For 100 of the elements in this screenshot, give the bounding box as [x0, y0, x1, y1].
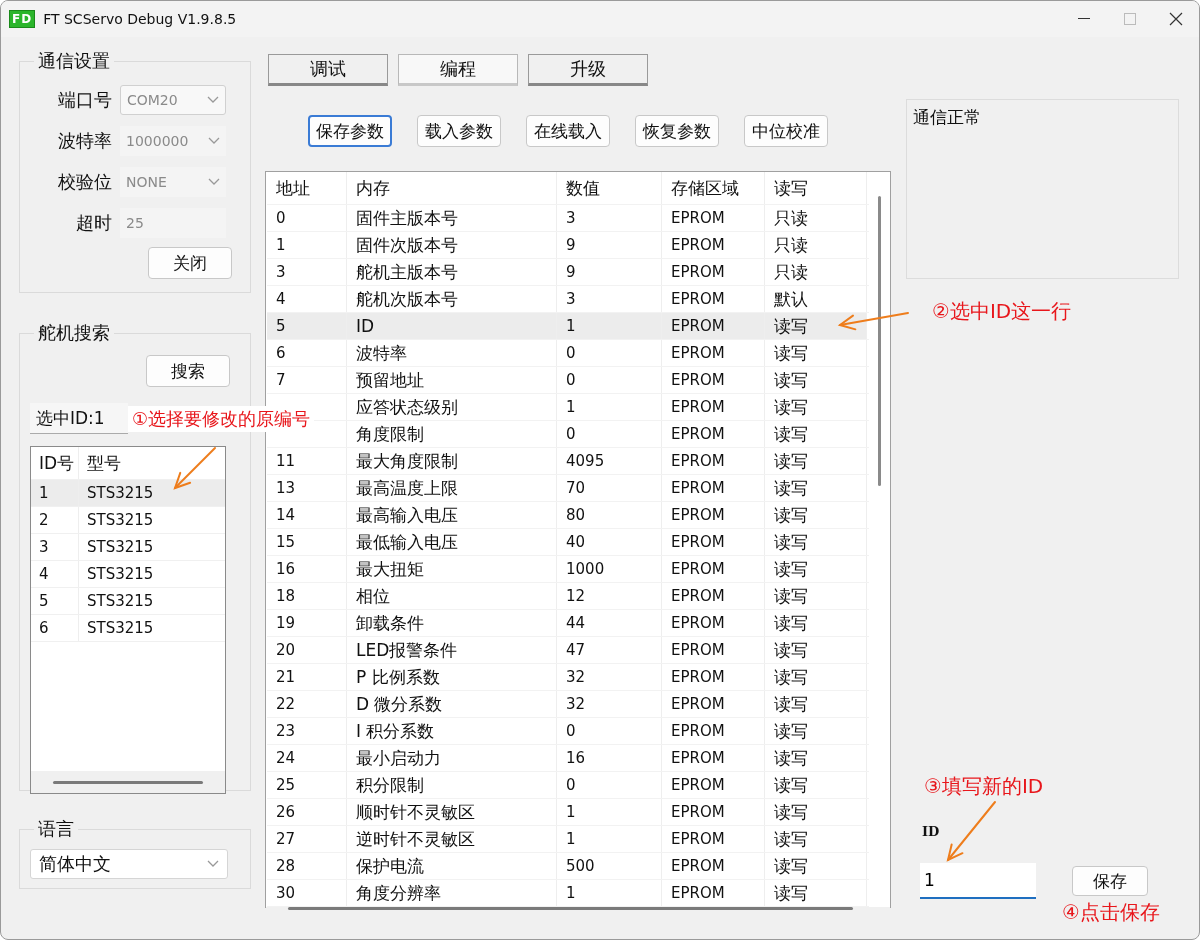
chevron-down-icon [207, 860, 219, 868]
table-cell: 保护电流 [347, 853, 557, 879]
table-cell: EPROM [662, 745, 765, 771]
column-header: 数值 [557, 172, 662, 204]
table-cell: EPROM [662, 205, 765, 231]
table-cell: 9 [557, 259, 662, 285]
table-cell: 1 [557, 880, 662, 906]
scrollbar[interactable] [878, 196, 881, 486]
tab[interactable]: 升级 [528, 54, 648, 86]
table-cell: 21 [267, 664, 347, 690]
table-cell: 4095 [557, 448, 662, 474]
table-cell[interactable]: 读写 [765, 448, 867, 474]
table-cell[interactable]: 读写 [765, 556, 867, 582]
table-cell: EPROM [662, 637, 765, 663]
table-cell: 舵机主版本号 [347, 259, 557, 285]
arrow [946, 801, 996, 862]
tab[interactable]: 调试 [268, 54, 388, 86]
table-cell[interactable]: 读写 [765, 745, 867, 771]
table-cell[interactable]: 读写 [765, 529, 867, 555]
list-row[interactable]: 4 STS3215 [31, 561, 225, 588]
table-cell: 40 [557, 529, 662, 555]
column-header: 存储区域 [662, 172, 765, 204]
table-cell[interactable]: 默认 [765, 286, 867, 312]
close-port-button[interactable]: 关闭 [148, 247, 232, 279]
table-cell: 0 [557, 421, 662, 447]
table-cell: 预留地址 [347, 367, 557, 393]
table-cell[interactable]: 读写 [765, 367, 867, 393]
table-cell[interactable]: 读写 [765, 853, 867, 879]
table-cell[interactable]: 读写 [765, 718, 867, 744]
table-cell[interactable]: 读写 [765, 583, 867, 609]
table-cell[interactable]: 读写 [765, 826, 867, 852]
field-label: 波特率 [57, 128, 113, 153]
action-button[interactable]: 保存参数 [308, 115, 392, 147]
save-button[interactable]: 保存 [1072, 866, 1148, 896]
search-button[interactable]: 搜索 [146, 355, 230, 387]
list-row[interactable]: 3 STS3215 [31, 534, 225, 561]
id-input-field[interactable]: 1 [920, 863, 1036, 899]
table-cell[interactable]: 读写 [765, 799, 867, 825]
table-cell: 最大角度限制 [347, 448, 557, 474]
table-cell: 22 [267, 691, 347, 717]
table-cell: EPROM [662, 691, 765, 717]
table-cell: 12 [557, 583, 662, 609]
table-cell: 28 [267, 853, 347, 879]
arrow [173, 447, 216, 490]
arrow [837, 312, 909, 331]
table-cell: 角度分辨率 [347, 880, 557, 906]
table-cell: 19 [267, 610, 347, 636]
list-row[interactable]: 6 STS3215 [31, 615, 225, 642]
table-cell: 舵机次版本号 [347, 286, 557, 312]
field-label: 端口号 [57, 87, 113, 112]
table-cell: 相位 [347, 583, 557, 609]
list-row[interactable]: 1 STS3215 [31, 480, 225, 507]
action-button[interactable]: 恢复参数 [635, 115, 719, 147]
annotation-text: ④点击保存 [1061, 899, 1161, 926]
table-cell[interactable]: 只读 [765, 232, 867, 258]
table-cell[interactable]: 读写 [765, 502, 867, 528]
field-label: 超时 [75, 210, 113, 235]
chevron-down-icon [207, 95, 219, 104]
scrollbar[interactable] [53, 780, 203, 784]
table-cell[interactable]: 读写 [765, 475, 867, 501]
table-cell[interactable]: 只读 [765, 205, 867, 231]
table-cell: EPROM [662, 853, 765, 879]
table-cell: 最高输入电压 [347, 502, 557, 528]
table-cell[interactable]: 读写 [765, 637, 867, 663]
table-cell[interactable]: 读写 [765, 772, 867, 798]
column-header: 型号 [86, 451, 121, 475]
table-cell: 23 [267, 718, 347, 744]
table-cell: EPROM [662, 610, 765, 636]
table-cell: 47 [557, 637, 662, 663]
scrollbar[interactable] [288, 907, 853, 910]
table-cell: 应答状态级别 [347, 394, 557, 420]
table-cell[interactable]: 读写 [765, 340, 867, 366]
table-cell: P 比例系数 [347, 664, 557, 690]
table-cell: 15 [267, 529, 347, 555]
table-cell[interactable]: 读写 [765, 313, 867, 339]
list-row[interactable]: 2 STS3215 [31, 507, 225, 534]
table-cell[interactable]: 只读 [765, 259, 867, 285]
table-cell[interactable]: 读写 [765, 394, 867, 420]
table-cell[interactable]: 读写 [765, 610, 867, 636]
table-cell[interactable]: 读写 [765, 664, 867, 690]
list-row[interactable]: 5 STS3215 [31, 588, 225, 615]
table-cell: 16 [557, 745, 662, 771]
annotation-text: ②选中ID这一行 [931, 298, 1073, 325]
tab[interactable]: 编程 [398, 54, 518, 86]
column-header: 内存 [347, 172, 557, 204]
table-cell: 顺时针不灵敏区 [347, 799, 557, 825]
action-button[interactable]: 在线载入 [526, 115, 610, 147]
table-cell: 角度限制 [347, 421, 557, 447]
table-cell: EPROM [662, 232, 765, 258]
table-cell[interactable]: 读写 [765, 880, 867, 906]
action-button[interactable]: 中位校准 [744, 115, 828, 147]
table-cell[interactable]: 读写 [765, 421, 867, 447]
language-dropdown[interactable]: 简体中文 [30, 849, 228, 879]
table-cell: EPROM [662, 259, 765, 285]
table-cell: EPROM [662, 286, 765, 312]
column-header: ID号 [31, 447, 79, 479]
table-cell: 0 [557, 367, 662, 393]
table-cell: 1 [557, 394, 662, 420]
table-cell[interactable]: 读写 [765, 691, 867, 717]
action-button[interactable]: 载入参数 [417, 115, 501, 147]
